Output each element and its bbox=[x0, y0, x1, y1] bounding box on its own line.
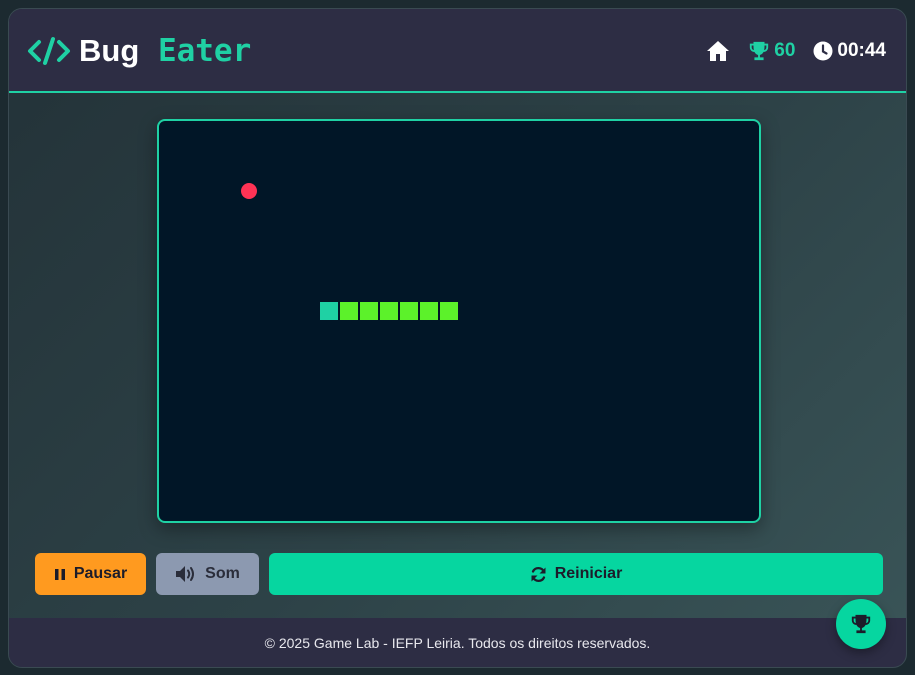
footer: © 2025 Game Lab - IEFP Leiria. Todos os … bbox=[9, 618, 906, 667]
volume-icon bbox=[176, 566, 195, 582]
footer-copyright: © 2025 Game Lab - IEFP Leiria. Todos os … bbox=[264, 634, 651, 651]
hud: 60 00:44 bbox=[706, 37, 886, 65]
pause-icon bbox=[54, 568, 65, 580]
title-part-bug: Bug bbox=[79, 33, 140, 68]
timer-value: 00:44 bbox=[837, 40, 886, 61]
game-window: Bug Eater 60 00:44 Pausar Som Reiniciar … bbox=[8, 8, 907, 668]
game-board[interactable] bbox=[157, 119, 761, 523]
snake-segment bbox=[440, 302, 458, 320]
logo: Bug Eater bbox=[27, 33, 251, 69]
home-icon[interactable] bbox=[706, 39, 730, 63]
snake-segment bbox=[340, 302, 358, 320]
controls-bar: Pausar Som Reiniciar bbox=[35, 553, 883, 595]
snake-segment bbox=[400, 302, 418, 320]
pause-button[interactable]: Pausar bbox=[35, 553, 146, 595]
title-part-eater: Eater bbox=[157, 33, 252, 69]
app-title: Bug Eater bbox=[79, 33, 251, 69]
snake-segment bbox=[380, 302, 398, 320]
snake-segment bbox=[360, 302, 378, 320]
refresh-icon bbox=[531, 566, 546, 582]
restart-button[interactable]: Reiniciar bbox=[269, 553, 883, 595]
restart-label: Reiniciar bbox=[554, 565, 623, 582]
leaderboard-button[interactable] bbox=[836, 599, 886, 649]
clock-icon bbox=[813, 41, 833, 61]
trophy-icon bbox=[851, 614, 871, 634]
snake-head bbox=[320, 302, 338, 320]
score-value: 60 bbox=[774, 40, 796, 61]
snake-segment bbox=[420, 302, 438, 320]
code-brackets-icon bbox=[28, 37, 70, 65]
pause-label: Pausar bbox=[73, 565, 128, 582]
food-bug bbox=[241, 183, 257, 199]
trophy-icon bbox=[750, 41, 769, 61]
sound-label: Som bbox=[205, 565, 240, 582]
sound-button[interactable]: Som bbox=[156, 553, 259, 595]
header: Bug Eater 60 00:44 bbox=[9, 9, 906, 93]
